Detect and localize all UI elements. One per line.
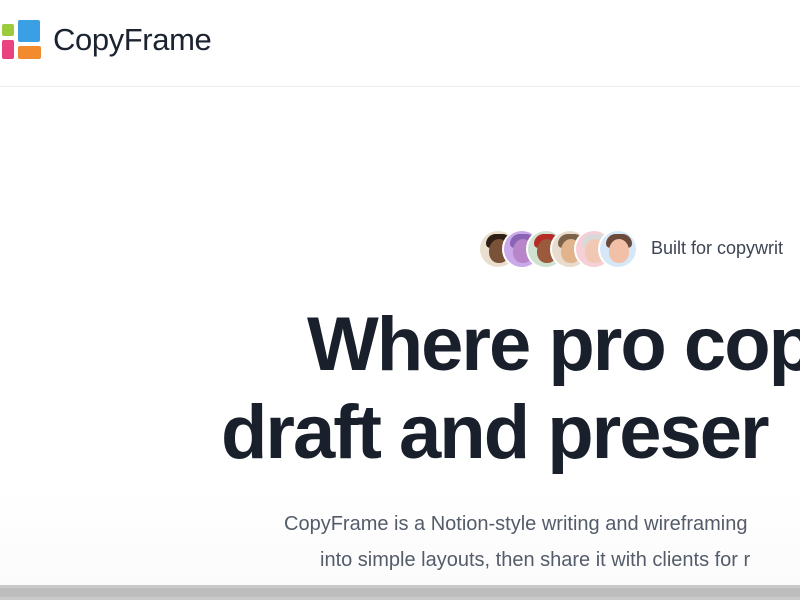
hero-description-line-1: CopyFrame is a Notion-style writing and …	[284, 513, 748, 535]
copyframe-logo-icon[interactable]	[2, 20, 42, 60]
logo-orange-square	[18, 46, 41, 59]
logo-blue-square	[18, 20, 40, 42]
hero-description-line-2: into simple layouts, then share it with …	[320, 549, 751, 571]
headline-line-2: draft and preser	[221, 390, 770, 475]
logo-green-square	[2, 24, 14, 36]
horizontal-scrollbar[interactable]	[0, 585, 800, 600]
site-header: CopyFrame	[0, 0, 800, 87]
scrollbar-thumb[interactable]	[0, 588, 800, 597]
hero-tagline: Built for copywrit	[651, 238, 784, 258]
hero-headline: Where pro cop draft and preser	[0, 300, 800, 490]
logo-pink-square	[2, 40, 14, 59]
avatar-face	[609, 239, 629, 263]
headline-line-1: Where pro cop	[307, 302, 800, 387]
memoji-avatar-6	[598, 229, 638, 269]
brand-name[interactable]: CopyFrame	[53, 20, 212, 60]
